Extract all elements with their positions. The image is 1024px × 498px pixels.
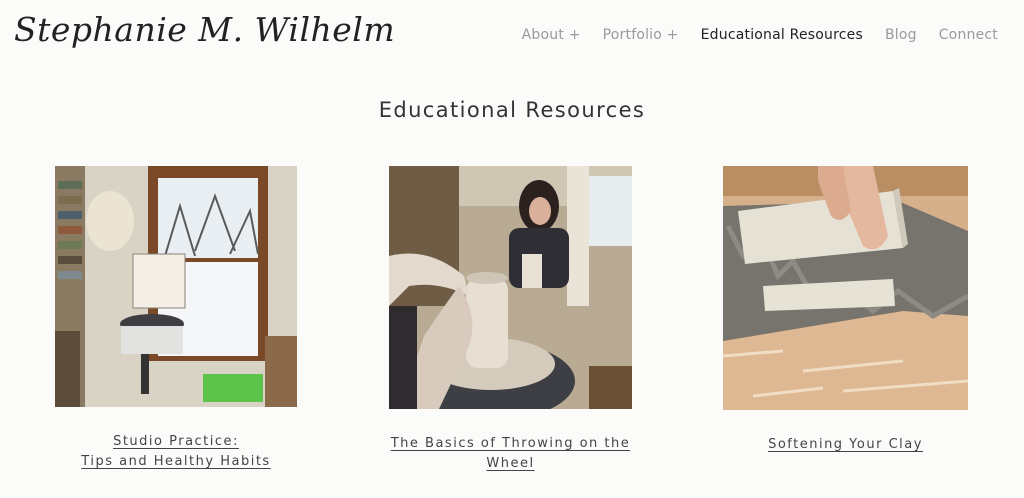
- resource-link-line-2: Tips and Healthy Habits: [81, 454, 271, 469]
- site-logo[interactable]: Stephanie M. Wilhelm: [14, 10, 395, 49]
- nav-item-portfolio[interactable]: Portfolio +: [603, 27, 679, 43]
- resource-link-studio-practice[interactable]: Studio Practice: Tips and Healthy Habits: [35, 432, 317, 472]
- page-title: Educational Resources: [378, 98, 646, 122]
- clay-photo[interactable]: [723, 166, 968, 410]
- throwing-photo[interactable]: [389, 166, 632, 409]
- resource-link-line-1: Studio Practice:: [113, 434, 239, 449]
- resource-link-softening-clay[interactable]: Softening Your Clay: [703, 435, 988, 455]
- nav-item-about[interactable]: About +: [522, 27, 581, 43]
- resource-link-line-1: Softening Your Clay: [768, 437, 923, 452]
- studio-photo[interactable]: [55, 166, 297, 407]
- main-nav: About + Portfolio + Educational Resource…: [522, 27, 998, 43]
- resource-link-line-1: The Basics of Throwing on the Wheel: [390, 436, 631, 471]
- nav-item-blog[interactable]: Blog: [885, 27, 917, 43]
- resource-link-throwing[interactable]: The Basics of Throwing on the Wheel: [369, 434, 652, 474]
- nav-item-connect[interactable]: Connect: [939, 27, 998, 43]
- nav-item-educational-resources[interactable]: Educational Resources: [701, 27, 863, 43]
